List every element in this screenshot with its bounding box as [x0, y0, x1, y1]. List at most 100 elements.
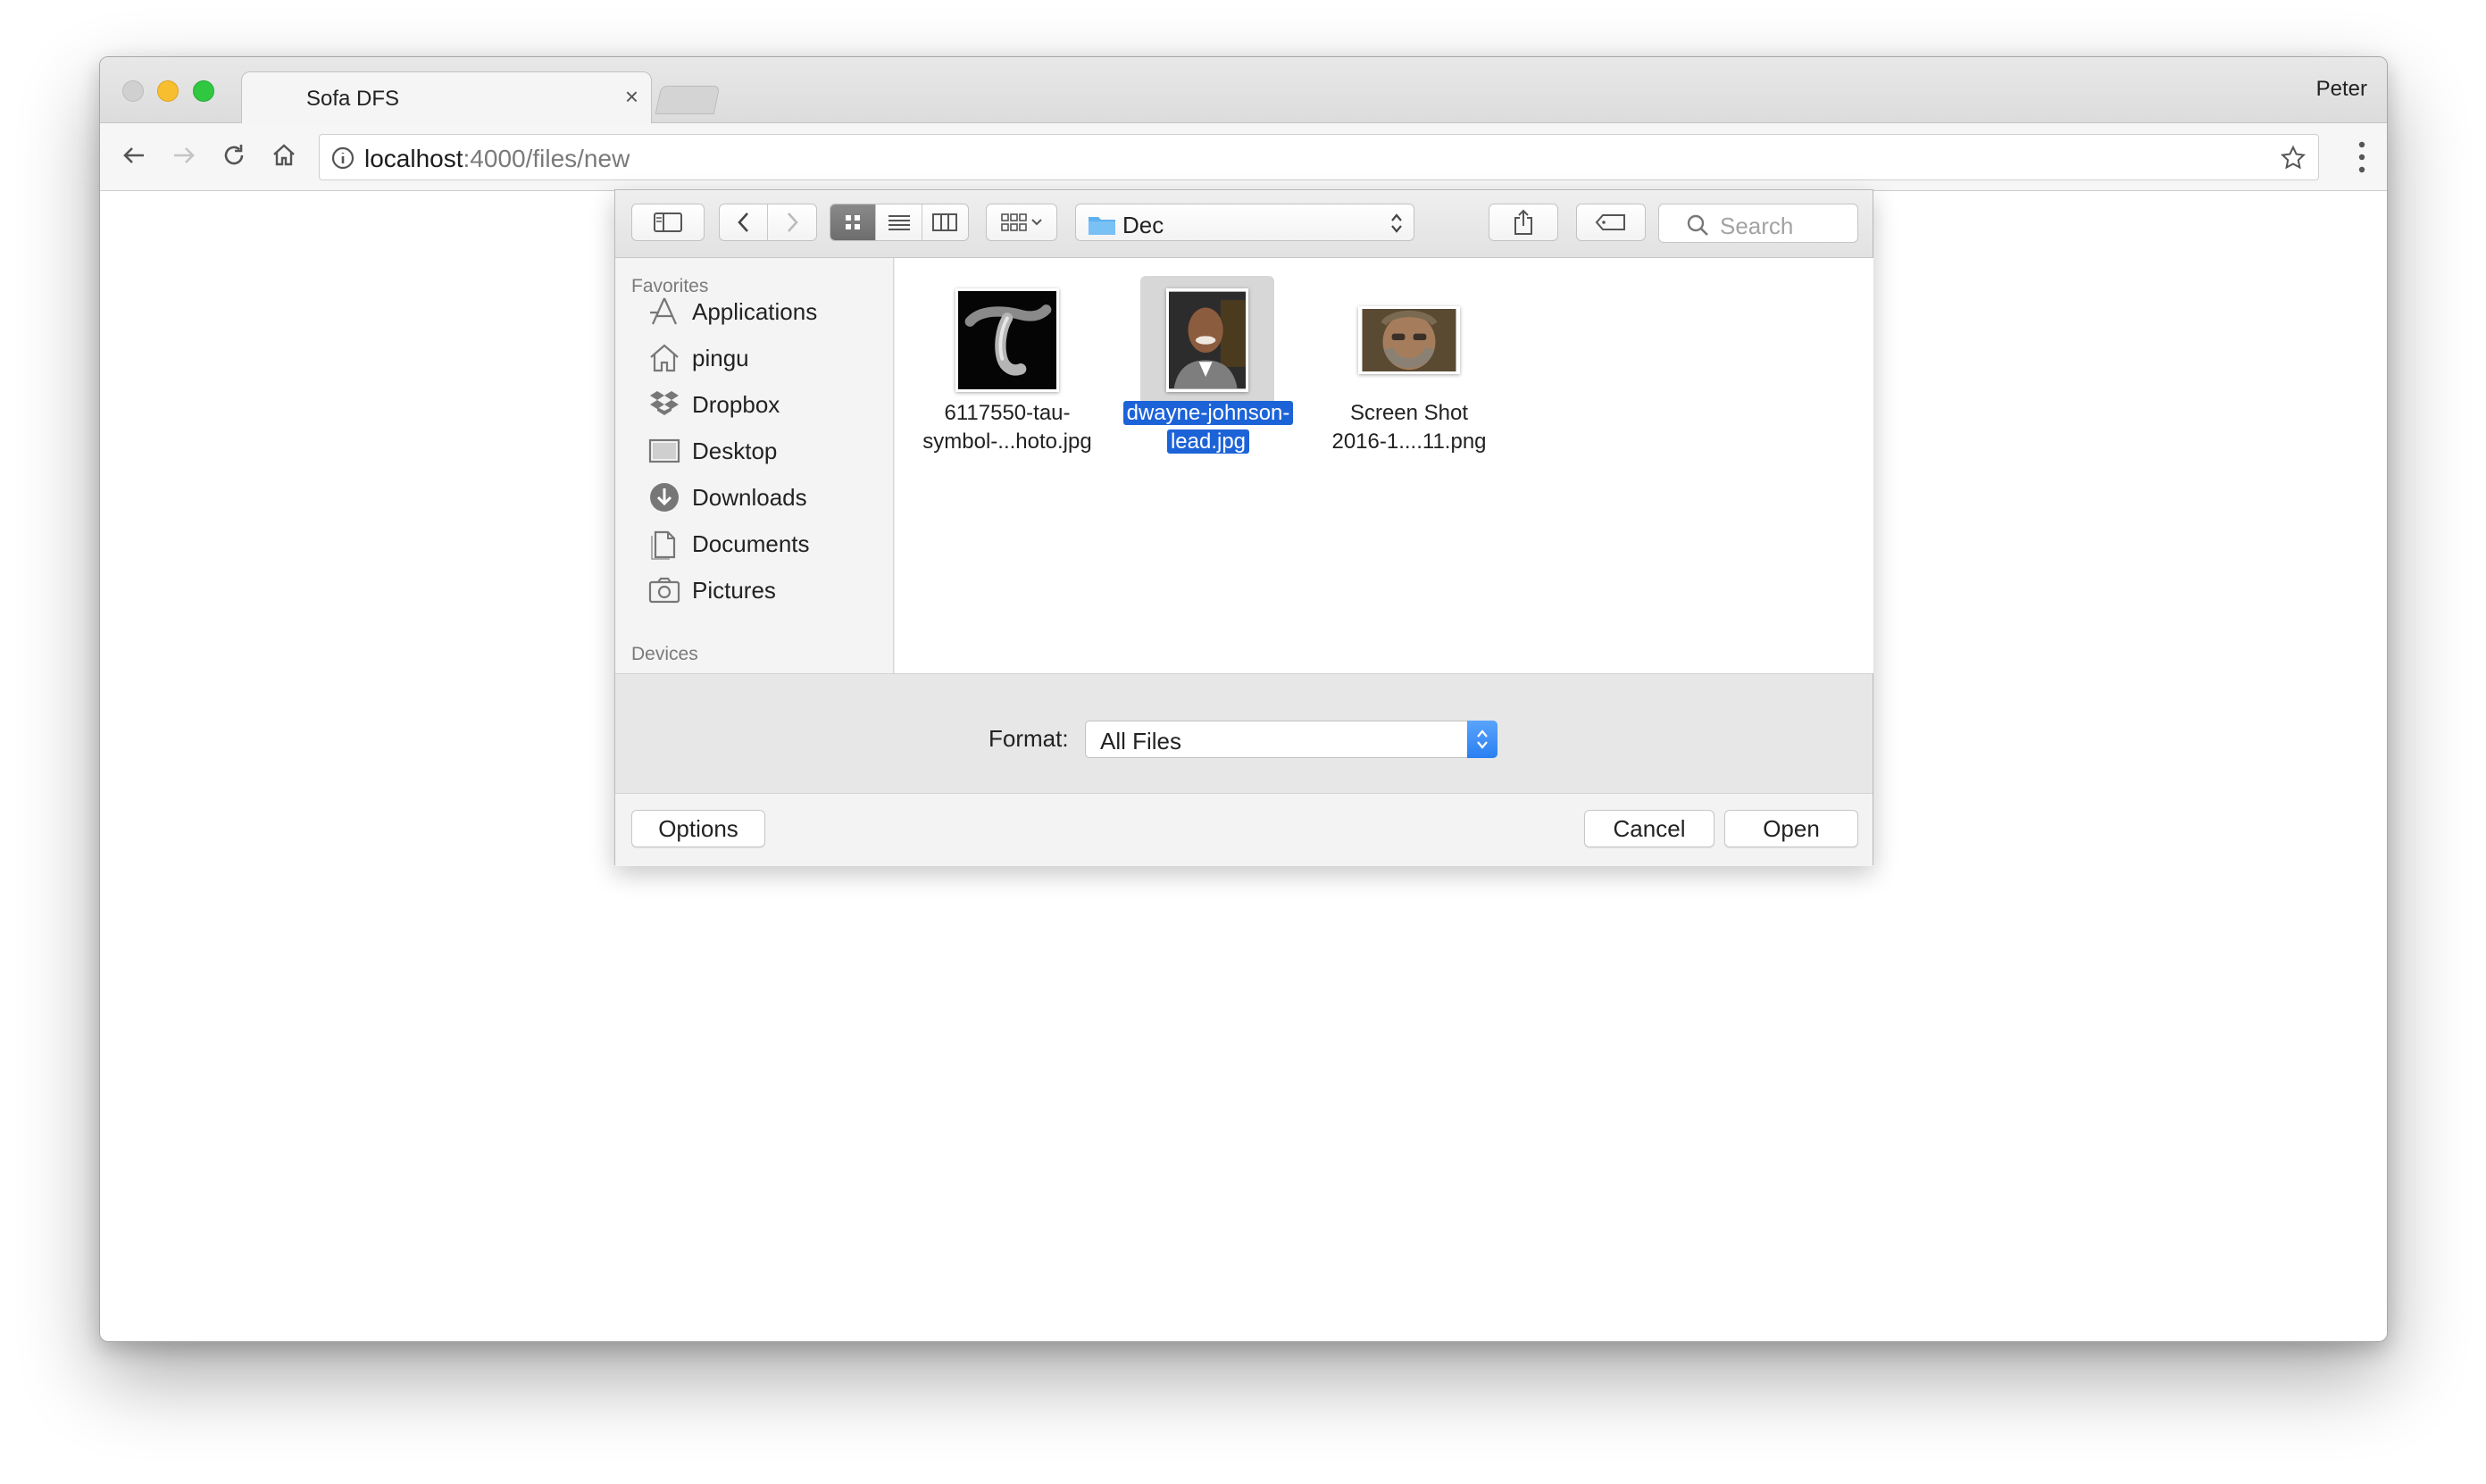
sidebar-item-dropbox[interactable]: Dropbox	[647, 387, 780, 422]
file-browser: 6117550-tau- symbol-...hoto.jpg dwayne-j…	[895, 258, 1873, 673]
maximize-window-button[interactable]	[193, 80, 214, 102]
address-bar[interactable]: localhost:4000/files/new	[319, 134, 2319, 180]
dialog-toolbar: Dec Search	[615, 190, 1873, 258]
dialog-footer: Options Cancel Open	[615, 794, 1873, 866]
back-nav-button[interactable]	[720, 204, 769, 240]
forward-button[interactable]	[164, 136, 204, 175]
sidebar-item-label: Documents	[692, 529, 810, 557]
chevron-right-icon	[788, 213, 798, 232]
format-label: Format:	[989, 725, 1069, 752]
sidebar-item-documents[interactable]: Documents	[647, 526, 810, 562]
tab-strip: Sofa DFS × Peter	[100, 57, 2387, 125]
view-mode-control	[830, 204, 969, 241]
tab-title: Sofa DFS	[306, 87, 400, 111]
home-button[interactable]	[264, 136, 304, 175]
column-view-button[interactable]	[922, 204, 968, 240]
file-name-line2: lead.jpg	[1166, 429, 1250, 454]
sidebar-item-pingu[interactable]: pingu	[647, 340, 749, 376]
location-label: Dec	[1122, 212, 1164, 238]
sidebar-item-applications[interactable]: Applications	[647, 294, 817, 329]
forward-nav-button[interactable]	[768, 204, 816, 240]
sidebar-item-label: Downloads	[692, 483, 807, 511]
reload-button[interactable]	[214, 136, 254, 175]
grid-icon	[846, 215, 861, 229]
browser-toolbar: localhost:4000/files/new	[100, 123, 2387, 191]
format-select[interactable]: All Files	[1085, 721, 1497, 758]
share-icon	[1514, 209, 1532, 235]
file-name-line1: 6117550-tau-	[944, 401, 1071, 425]
sidebar-item-label: Pictures	[692, 576, 776, 604]
devices-heading: Devices	[631, 644, 698, 664]
up-down-chevron-icon	[1477, 729, 1488, 749]
share-button[interactable]	[1489, 204, 1558, 241]
file-name-line1: dwayne-johnson-	[1122, 401, 1294, 425]
sidebar-item-label: Desktop	[692, 437, 778, 464]
sidebar-item-downloads[interactable]: Downloads	[647, 479, 807, 515]
chevron-left-icon	[737, 213, 748, 232]
tags-button[interactable]	[1576, 204, 1646, 241]
file-name: Screen Shot 2016-1....11.png	[1311, 399, 1507, 456]
arrow-right-icon	[174, 147, 195, 163]
info-icon[interactable]	[329, 144, 357, 172]
open-button[interactable]: Open	[1724, 810, 1858, 847]
search-icon	[1687, 214, 1708, 236]
downloads-icon	[647, 480, 681, 514]
search-placeholder: Search	[1720, 213, 1794, 239]
columns-icon	[932, 213, 958, 231]
cancel-button[interactable]: Cancel	[1584, 810, 1714, 847]
history-nav	[719, 204, 817, 241]
list-icon	[888, 215, 910, 230]
screenshot-image-thumbnail	[1358, 306, 1460, 374]
minimize-window-button[interactable]	[157, 80, 179, 102]
portrait-image-thumbnail	[1166, 288, 1248, 392]
file-name-line2: 2016-1....11.png	[1331, 429, 1487, 454]
url-host: localhost	[364, 145, 463, 172]
new-tab-button[interactable]	[655, 86, 721, 114]
profile-name[interactable]: Peter	[2316, 77, 2367, 102]
location-popup[interactable]: Dec	[1075, 204, 1414, 241]
home-icon	[273, 144, 295, 166]
format-value: All Files	[1100, 728, 1182, 755]
desktop-icon	[647, 434, 681, 468]
pictures-icon	[647, 573, 681, 607]
applications-icon	[647, 295, 681, 329]
arrow-left-icon	[123, 147, 144, 163]
accessory-panel: Format: All Files	[615, 673, 1873, 794]
sidebar-item-pictures[interactable]: Pictures	[647, 572, 776, 608]
sidebar-item-desktop[interactable]: Desktop	[647, 433, 777, 469]
dropbox-icon	[647, 388, 681, 421]
sidebar-item-label: pingu	[692, 344, 749, 371]
home-icon	[647, 341, 681, 375]
tag-icon	[1595, 214, 1625, 230]
bookmark-star-icon[interactable]	[2279, 144, 2307, 172]
folder-icon	[1089, 217, 1115, 235]
up-down-chevron-icon	[1391, 213, 1402, 233]
format-stepper[interactable]	[1467, 721, 1497, 758]
url-path: :4000/files/new	[463, 145, 630, 172]
tab-close-icon[interactable]: ×	[625, 83, 638, 110]
close-window-button[interactable]	[122, 80, 144, 102]
file-open-dialog: Dec Search Favorites Applications pingu …	[614, 189, 1873, 866]
icon-view-button[interactable]	[830, 204, 877, 240]
sidebar-icon	[654, 213, 682, 232]
dialog-sidebar: Favorites Applications pingu Dropbox Des…	[615, 258, 894, 673]
more-menu-icon[interactable]	[2357, 139, 2367, 175]
file-thumbnail-wrap-selected	[1140, 276, 1274, 404]
file-name-line1: Screen Shot	[1349, 401, 1469, 425]
tab-sofa-dfs[interactable]: Sofa DFS ×	[241, 71, 652, 125]
sidebar-toggle-button[interactable]	[631, 204, 705, 241]
sidebar-item-label: Dropbox	[692, 390, 780, 418]
back-button[interactable]	[114, 136, 154, 175]
arrange-icon	[1001, 213, 1042, 231]
sidebar-item-label: Applications	[692, 297, 818, 325]
file-name-line2: symbol-...hoto.jpg	[922, 429, 1092, 454]
file-thumbnail-wrap	[1311, 276, 1507, 404]
list-view-button[interactable]	[876, 204, 922, 240]
documents-icon	[647, 527, 681, 561]
search-field[interactable]: Search	[1658, 204, 1858, 243]
tau-image-thumbnail	[955, 288, 1059, 392]
file-name: 6117550-tau- symbol-...hoto.jpg	[909, 399, 1105, 456]
file-name-selected: dwayne-johnson- lead.jpg	[1110, 399, 1306, 456]
arrange-button[interactable]	[986, 204, 1057, 241]
options-button[interactable]: Options	[631, 810, 765, 847]
